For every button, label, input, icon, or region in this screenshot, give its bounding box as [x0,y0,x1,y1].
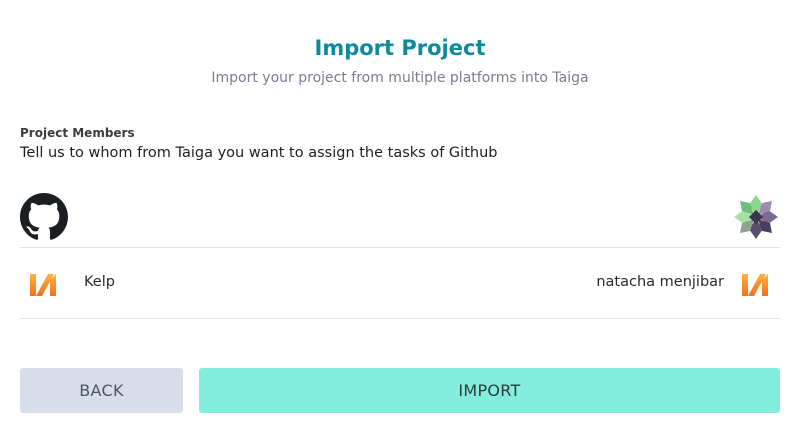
section-description: Tell us to whom from Taiga you want to a… [20,145,498,161]
back-button[interactable]: BACK [20,368,183,413]
member-avatar [30,274,56,296]
import-button[interactable]: IMPORT [199,368,780,413]
assigned-user-avatar [742,274,768,296]
github-icon [20,193,68,240]
member-row: Kelp natacha menjibar [20,249,780,319]
assigned-user-select[interactable]: natacha menjibar [596,274,724,290]
page-title: Import Project [314,36,486,60]
taiga-icon [734,195,778,239]
platform-header-row [20,190,780,248]
section-label: Project Members [20,126,135,140]
import-project-page: Import Project Import your project from … [0,0,800,437]
page-subtitle: Import your project from multiple platfo… [211,70,589,86]
source-member-name: Kelp [84,274,115,290]
